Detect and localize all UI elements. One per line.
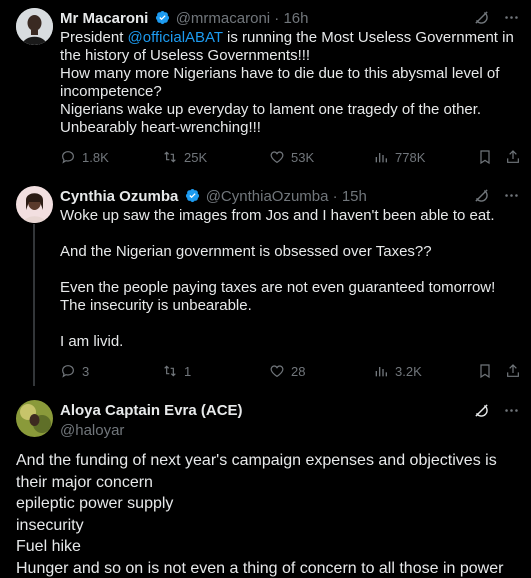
retweet-icon: [164, 151, 176, 163]
tweet-text-line: Fuel hike: [16, 538, 81, 555]
tweet-aloya-captain-evra[interactable]: Aloya Captain Evra (ACE) @haloyar And th…: [0, 388, 531, 578]
bookmark-icon: [480, 364, 490, 379]
grok-icon[interactable]: [471, 185, 491, 205]
display-name[interactable]: Cynthia Ozumba: [60, 188, 178, 205]
reply-button[interactable]: 3: [60, 361, 162, 381]
tweet-top-actions: [471, 400, 521, 420]
bookmark-button[interactable]: [477, 147, 505, 167]
reply-count: 3: [82, 363, 90, 379]
verified-badge-icon: [155, 10, 170, 25]
tweet-action-bar: 3 1 28 3.2K: [60, 361, 525, 381]
tweet-text-line: Hunger and so on is not even a thing of …: [16, 559, 504, 577]
tweet-header: Mr Macaroni @mrmacaroni · 16h: [60, 10, 471, 28]
share-button[interactable]: [505, 361, 525, 381]
like-icon: [270, 151, 284, 164]
tweet-paragraph: I am livid.: [60, 333, 124, 350]
handle[interactable]: @haloyar: [60, 422, 471, 440]
retweet-button[interactable]: 25K: [162, 147, 269, 167]
retweet-icon: [164, 365, 176, 377]
tweet-text-line: epileptic power supply: [16, 495, 174, 512]
tweet-paragraph: Even the people paying taxes are not eve…: [60, 279, 496, 314]
tweet-top-actions: [471, 185, 521, 205]
share-icon: [507, 364, 519, 377]
reply-icon: [62, 365, 74, 378]
tweet-body: President @officialABAT is running the M…: [60, 29, 517, 137]
retweet-count: 1: [184, 363, 192, 379]
tweet-text-line: Nigerians wake up everyday to lament one…: [60, 101, 482, 136]
separator: ·: [332, 188, 338, 205]
like-icon: [270, 365, 284, 378]
views-count: 778K: [395, 149, 426, 165]
tweet-header: Aloya Captain Evra (ACE) @haloyar: [60, 402, 471, 440]
tweet-text-line: insecurity: [16, 516, 84, 534]
bookmark-icon: [480, 150, 490, 165]
timestamp[interactable]: 15h: [342, 188, 367, 205]
avatar[interactable]: [16, 8, 53, 45]
reply-count: 1.8K: [82, 149, 109, 165]
reply-icon: [62, 151, 74, 164]
grok-icon[interactable]: [471, 7, 491, 27]
tweet-text-line: How many more Nigerians have to die due …: [60, 65, 500, 100]
tweet-paragraph: Woke up saw the images from Jos and I ha…: [60, 207, 495, 224]
tweet-text-line: And the funding of next year's campaign …: [16, 452, 497, 491]
tweet-text: President: [60, 29, 128, 46]
more-icon[interactable]: [501, 7, 521, 27]
like-count: 53K: [291, 149, 315, 165]
like-button[interactable]: 28: [269, 361, 373, 381]
views-icon: [375, 367, 387, 377]
handle[interactable]: @CynthiaOzumba: [206, 188, 329, 205]
share-button[interactable]: [505, 147, 525, 167]
more-icon[interactable]: [501, 400, 521, 420]
tweet-mr-macaroni[interactable]: Mr Macaroni @mrmacaroni · 16h President …: [0, 0, 531, 178]
retweet-count: 25K: [184, 149, 208, 165]
grok-icon[interactable]: [471, 400, 491, 420]
tweet-action-bar: 1.8K 25K 53K 778K: [60, 147, 525, 167]
verified-badge-icon: [185, 188, 200, 203]
tweet-paragraph: And the Nigerian government is obsessed …: [60, 243, 432, 260]
avatar[interactable]: [16, 186, 53, 223]
reply-button[interactable]: 1.8K: [60, 147, 162, 167]
tweet-header: Cynthia Ozumba @CynthiaOzumba · 15h: [60, 188, 471, 206]
views-button[interactable]: 778K: [373, 147, 477, 167]
views-icon: [375, 153, 387, 163]
display-name[interactable]: Aloya Captain Evra (ACE): [60, 402, 471, 420]
tweet-top-actions: [471, 7, 521, 27]
handle[interactable]: @mrmacaroni: [176, 10, 270, 27]
like-button[interactable]: 53K: [269, 147, 373, 167]
more-icon[interactable]: [501, 185, 521, 205]
like-count: 28: [291, 363, 306, 379]
tweet-cynthia-ozumba[interactable]: Cynthia Ozumba @CynthiaOzumba · 15h Woke…: [0, 178, 531, 388]
mention-link[interactable]: @officialABAT: [128, 29, 223, 46]
retweet-button[interactable]: 1: [162, 361, 269, 381]
bookmark-button[interactable]: [477, 361, 505, 381]
tweet-body: And the funding of next year's campaign …: [16, 450, 525, 578]
separator: ·: [274, 10, 280, 27]
tweet-body: Woke up saw the images from Jos and I ha…: [60, 207, 517, 351]
views-button[interactable]: 3.2K: [373, 361, 477, 381]
avatar[interactable]: [16, 400, 53, 437]
share-icon: [507, 150, 519, 163]
views-count: 3.2K: [395, 363, 422, 379]
display-name[interactable]: Mr Macaroni: [60, 10, 148, 27]
timestamp[interactable]: 16h: [283, 10, 308, 27]
